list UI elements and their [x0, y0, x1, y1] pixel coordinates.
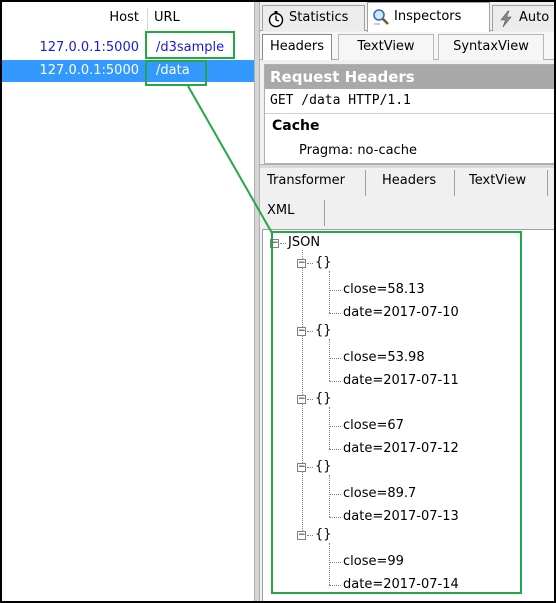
tab-response-textview[interactable]: TextView — [462, 168, 533, 194]
tab-response-transformer[interactable]: Transformer — [260, 168, 352, 194]
tab-divider — [324, 200, 325, 226]
request-line: GET /data HTTP/1.1 — [270, 93, 411, 108]
tab-label: Auto — [519, 10, 550, 25]
session-host: 127.0.0.1:5000 — [39, 63, 140, 78]
column-header-url[interactable]: URL — [154, 6, 180, 30]
highlight-box-d3sample — [145, 31, 235, 59]
request-tab-strip: Headers TextView SyntaxView — [260, 32, 554, 60]
divider — [265, 113, 554, 114]
tab-request-syntaxview[interactable]: SyntaxView — [438, 34, 544, 60]
tab-inspectors[interactable]: Inspectors — [367, 2, 490, 32]
tab-autoresponder[interactable]: Auto — [492, 5, 554, 31]
tab-statistics[interactable]: Statistics — [262, 5, 365, 31]
tab-request-textview[interactable]: TextView — [338, 34, 434, 60]
tab-response-headers[interactable]: Headers — [375, 168, 443, 194]
tab-divider — [454, 170, 455, 196]
tab-divider — [547, 170, 548, 196]
lightning-icon — [500, 10, 512, 28]
tab-request-headers[interactable]: Headers — [262, 34, 332, 60]
magnifier-icon — [373, 9, 389, 25]
column-divider[interactable] — [147, 8, 148, 30]
tab-label: Statistics — [289, 10, 349, 25]
highlight-box-data — [145, 60, 207, 86]
app-window: Host URL 127.0.0.1:5000 /d3sample 127.0.… — [2, 2, 554, 601]
request-headers-panel: Request Headers GET /data HTTP/1.1 Cache… — [264, 64, 554, 164]
session-list: Host URL 127.0.0.1:5000 /d3sample 127.0.… — [2, 2, 254, 601]
stopwatch-icon — [268, 11, 284, 28]
tab-divider — [365, 170, 366, 196]
session-row-selected[interactable]: 127.0.0.1:5000 /data — [2, 60, 254, 82]
tab-label: Inspectors — [394, 9, 462, 24]
column-header-host[interactable]: Host — [109, 6, 139, 30]
main-tab-strip: Statistics Inspectors Auto — [260, 2, 554, 32]
header-value: Pragma: no-cache — [299, 143, 417, 158]
header-group-label: Cache — [272, 118, 320, 134]
response-tab-strip: Transformer Headers TextView XML — [260, 168, 554, 228]
request-headers-title: Request Headers — [265, 65, 554, 89]
session-host: 127.0.0.1:5000 — [39, 40, 140, 55]
tab-response-xml[interactable]: XML — [260, 198, 301, 224]
highlight-box-json-tree — [271, 231, 522, 594]
